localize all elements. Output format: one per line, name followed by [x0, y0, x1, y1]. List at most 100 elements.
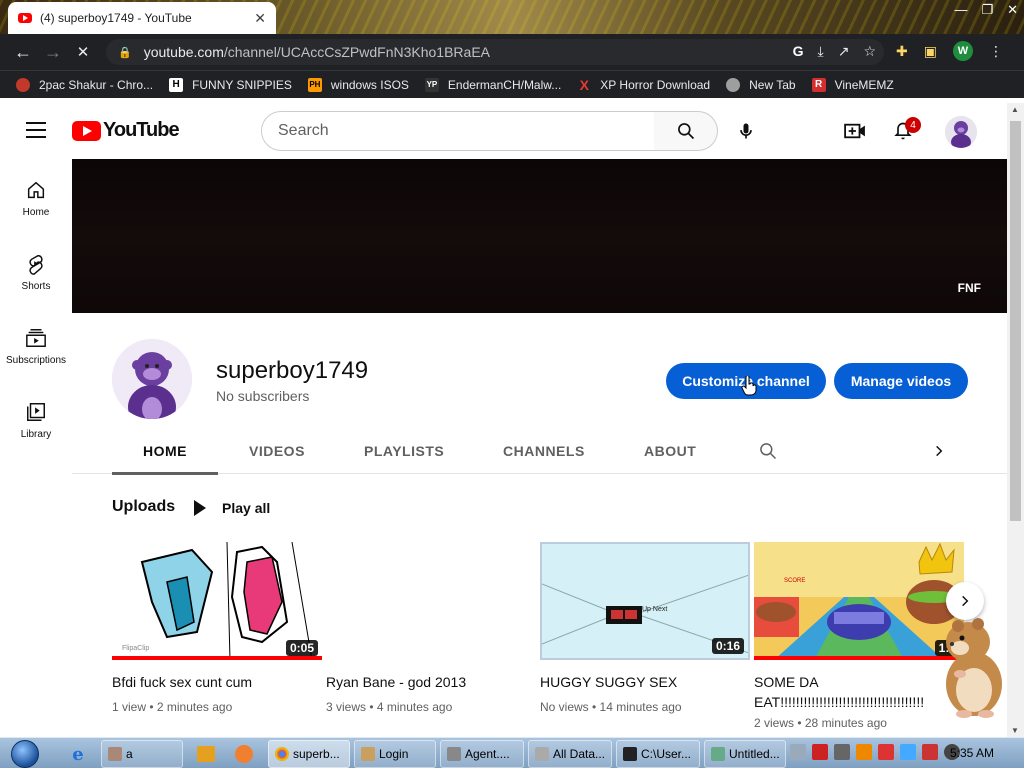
tabs-scroll-right-button[interactable]: [932, 428, 946, 474]
bookmark-item[interactable]: New Tab: [726, 77, 796, 92]
video-card[interactable]: Up Next 0:16 HUGGY SUGGY SEX No views • …: [540, 542, 750, 714]
minimize-icon[interactable]: —: [954, 2, 967, 18]
taskbar-window-button[interactable]: a: [101, 740, 183, 768]
lock-icon: 🔒: [118, 46, 132, 59]
bookmark-star-icon[interactable]: ☆: [863, 43, 876, 60]
url-path: /channel/UCAccCsZPwdFnN3Kho1BRaEA: [223, 44, 490, 60]
channel-search-button[interactable]: [758, 428, 778, 474]
bookmark-item[interactable]: 2pac Shakur - Chro...: [16, 77, 153, 92]
url-host: youtube.com: [143, 44, 224, 60]
stop-loading-icon[interactable]: ✕: [68, 43, 98, 61]
paint-icon[interactable]: [232, 742, 256, 766]
x-logo-icon: X: [579, 76, 589, 93]
desktop-pet-hamster[interactable]: [938, 614, 1008, 720]
extensions-puzzle-icon[interactable]: ✚: [896, 43, 908, 60]
shorts-icon: [29, 255, 43, 275]
app-icon: [447, 747, 461, 761]
maximize-icon[interactable]: ❐: [981, 2, 993, 18]
watch-progress-bar: [754, 656, 964, 660]
uploads-shelf-title[interactable]: Uploads: [112, 498, 175, 516]
create-video-button[interactable]: [843, 119, 867, 143]
address-bar[interactable]: 🔒 youtube.com/channel/UCAccCsZPwdFnN3Kho…: [106, 39, 884, 65]
bookmark-item[interactable]: PH windows ISOS: [307, 77, 409, 92]
account-avatar[interactable]: [945, 116, 977, 148]
taskbar-clock[interactable]: 5:35 AM: [950, 746, 994, 760]
video-metadata: 3 views • 4 minutes ago: [326, 700, 453, 714]
manage-videos-button[interactable]: Manage videos: [834, 363, 968, 399]
tray-icon[interactable]: [922, 744, 938, 760]
app-icon: [361, 747, 375, 761]
tab-channels[interactable]: CHANNELS: [503, 428, 585, 474]
tray-icon[interactable]: [900, 744, 916, 760]
video-title[interactable]: Bfdi fuck sex cunt cum: [112, 672, 322, 692]
video-thumbnail[interactable]: Up Next 0:16: [540, 542, 750, 660]
guide-item-subscriptions[interactable]: Subscriptions: [0, 307, 72, 381]
search-input[interactable]: [278, 122, 654, 140]
share-icon[interactable]: ↗: [838, 43, 850, 60]
globe-icon: [726, 77, 741, 92]
guide-item-shorts[interactable]: Shorts: [0, 233, 72, 307]
taskbar-window-button[interactable]: C:\User...: [616, 740, 700, 768]
taskbar-window-button[interactable]: Login: [354, 740, 436, 768]
profile-avatar[interactable]: W: [952, 41, 973, 61]
7zip-icon: [623, 747, 637, 761]
side-panel-icon[interactable]: ▣: [924, 43, 937, 60]
taskbar-window-button[interactable]: Agent....: [440, 740, 524, 768]
taskbar-window-button[interactable]: All Data...: [528, 740, 612, 768]
bookmark-item[interactable]: X XP Horror Download: [577, 76, 711, 93]
guide-item-library[interactable]: Library: [0, 381, 72, 455]
video-card[interactable]: Ryan Bane - god 2013 3 views • 4 minutes…: [326, 542, 536, 714]
scrollbar-thumb[interactable]: [1010, 121, 1021, 521]
video-card[interactable]: SCORE 1:0 SOME DA EAT!!!!!!!!!!!!!!!!!!!…: [754, 542, 964, 730]
tab-about[interactable]: ABOUT: [644, 428, 696, 474]
ph-logo-icon: PH: [307, 77, 322, 92]
search-button[interactable]: [654, 111, 718, 151]
new-tab-button[interactable]: +: [262, 6, 274, 29]
internet-explorer-icon[interactable]: e: [66, 742, 90, 766]
taskbar-window-button[interactable]: superb...: [268, 740, 350, 768]
tray-icon[interactable]: [812, 744, 828, 760]
channel-avatar[interactable]: [112, 339, 192, 419]
create-video-icon: [844, 123, 865, 139]
start-button[interactable]: [6, 738, 44, 768]
close-window-icon[interactable]: ✕: [1007, 2, 1018, 18]
video-thumbnail[interactable]: SCORE 1:0: [754, 542, 964, 660]
voice-search-button[interactable]: [728, 113, 764, 149]
tray-icon[interactable]: [878, 744, 894, 760]
tab-playlists[interactable]: PLAYLISTS: [364, 428, 444, 474]
video-title[interactable]: Ryan Bane - god 2013: [326, 672, 536, 692]
svg-text:SCORE: SCORE: [784, 578, 805, 584]
video-title[interactable]: SOME DA EAT!!!!!!!!!!!!!!!!!!!!!!!!!!!!!…: [754, 672, 964, 712]
page-scrollbar[interactable]: ▲ ▼: [1007, 103, 1024, 737]
banner-link-text[interactable]: FNF: [958, 281, 981, 295]
install-icon[interactable]: ⤓: [818, 43, 824, 60]
youtube-logo[interactable]: YouTube: [72, 119, 180, 142]
subscriber-count: No subscribers: [216, 388, 310, 404]
forward-icon[interactable]: →: [38, 42, 68, 63]
google-icon[interactable]: G: [793, 43, 804, 60]
tab-videos[interactable]: VIDEOS: [249, 428, 305, 474]
play-all-button[interactable]: Play all: [190, 496, 270, 520]
play-icon: [194, 500, 206, 516]
taskbar-window-button[interactable]: Untitled...: [704, 740, 786, 768]
menu-kebab-icon[interactable]: ⋮: [989, 43, 1003, 60]
bookmark-item[interactable]: R VineMEMZ: [811, 77, 894, 92]
notification-count-badge: 4: [905, 117, 921, 133]
tray-icon[interactable]: [856, 744, 872, 760]
video-card[interactable]: FlipaClip 0:05 Bfdi fuck sex cunt cum 1 …: [112, 542, 322, 714]
back-icon[interactable]: ←: [8, 42, 38, 63]
scroll-down-icon[interactable]: ▼: [1011, 726, 1019, 735]
video-thumbnail[interactable]: FlipaClip 0:05: [112, 542, 322, 660]
guide-item-home[interactable]: Home: [0, 159, 72, 233]
tray-icon[interactable]: [790, 744, 806, 760]
bookmark-item[interactable]: H FUNNY SNIPPIES: [169, 77, 292, 92]
video-thumbnail[interactable]: [326, 542, 536, 660]
scroll-up-icon[interactable]: ▲: [1011, 105, 1019, 114]
tray-icon[interactable]: [834, 744, 850, 760]
media-player-icon[interactable]: [194, 742, 218, 766]
video-title[interactable]: HUGGY SUGGY SEX: [540, 672, 750, 692]
menu-hamburger-icon[interactable]: [26, 122, 46, 143]
tab-home[interactable]: HOME: [112, 428, 218, 475]
bookmark-item[interactable]: YP EndermanCH/Malw...: [424, 77, 561, 92]
browser-tab[interactable]: (4) superboy1749 - YouTube ✕: [8, 2, 276, 34]
